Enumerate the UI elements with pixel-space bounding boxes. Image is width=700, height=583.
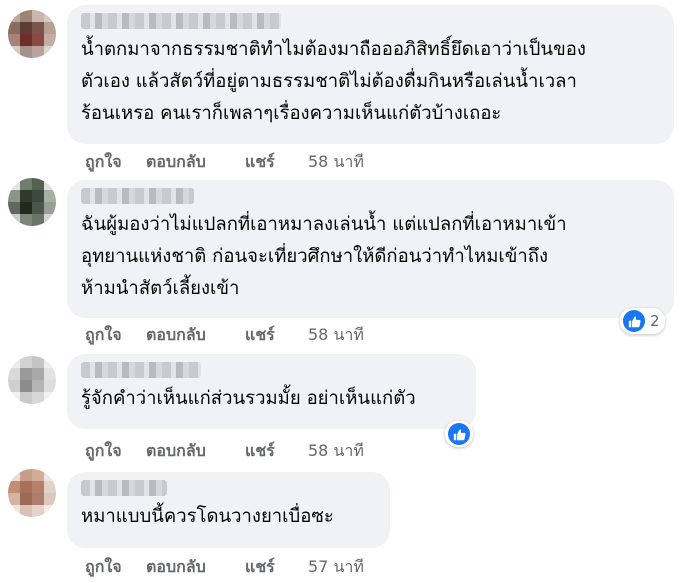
reaction-summary[interactable] [445,421,473,447]
comment-actions: ถูกใจ ตอบกลับ แชร์ 58 นาที [85,324,364,346]
avatar[interactable] [8,356,56,404]
commenter-name-blurred[interactable] [81,362,201,378]
comment-bubble: หมาแบบนี้ควรโดนวางยาเบื่อซะ [67,472,390,548]
commenter-name-blurred[interactable] [81,13,281,29]
like-button[interactable]: ถูกใจ [85,439,146,464]
comment-actions: ถูกใจ ตอบกลับ แชร์ 57 นาที [85,556,364,578]
comment-timestamp[interactable]: 57 นาที [308,555,364,580]
thumbs-up-icon [623,310,645,332]
reply-button[interactable]: ตอบกลับ [146,439,245,464]
reply-button[interactable]: ตอบกลับ [146,555,245,580]
share-button[interactable]: แชร์ [245,150,308,175]
reaction-summary[interactable]: 2 [620,308,665,334]
comment-timestamp[interactable]: 58 นาที [308,150,364,175]
comment-text: ฉันผู้มองว่าไม่แปลกที่เอาหมาลงเล่นน้ำ แต… [81,214,567,299]
commenter-name-blurred[interactable] [81,480,167,496]
share-button[interactable]: แชร์ [245,439,308,464]
avatar[interactable] [8,469,56,517]
comment-text: น้ำตกมาจากธรรมชาติทำไมต้องมาถือออภิสิทธิ… [81,39,586,124]
reply-button[interactable]: ตอบกลับ [146,323,245,348]
comment-timestamp[interactable]: 58 นาที [308,323,364,348]
comment-text: รู้จักคำว่าเห็นแก่ส่วนรวมมั้ย อย่าเห็นแก… [81,388,416,409]
comment-thread: น้ำตกมาจากธรรมชาติทำไมต้องมาถือออภิสิทธิ… [0,0,700,583]
avatar[interactable] [8,10,56,58]
comment-actions: ถูกใจ ตอบกลับ แชร์ 58 นาที [85,440,364,462]
comment-bubble: รู้จักคำว่าเห็นแก่ส่วนรวมมั้ย อย่าเห็นแก… [67,354,476,429]
avatar[interactable] [8,178,56,226]
reply-button[interactable]: ตอบกลับ [146,150,245,175]
thumbs-up-icon [448,423,470,445]
comment-actions: ถูกใจ ตอบกลับ แชร์ 58 นาที [85,151,364,173]
like-button[interactable]: ถูกใจ [85,555,146,580]
like-button[interactable]: ถูกใจ [85,323,146,348]
comment-timestamp[interactable]: 58 นาที [308,439,364,464]
comment-text: หมาแบบนี้ควรโดนวางยาเบื่อซะ [81,506,334,527]
reaction-count: 2 [650,312,660,330]
share-button[interactable]: แชร์ [245,323,308,348]
like-button[interactable]: ถูกใจ [85,150,146,175]
comment-bubble: น้ำตกมาจากธรรมชาติทำไมต้องมาถือออภิสิทธิ… [67,5,674,144]
comment-bubble: ฉันผู้มองว่าไม่แปลกที่เอาหมาลงเล่นน้ำ แต… [67,180,674,318]
commenter-name-blurred[interactable] [81,188,194,204]
share-button[interactable]: แชร์ [245,555,308,580]
